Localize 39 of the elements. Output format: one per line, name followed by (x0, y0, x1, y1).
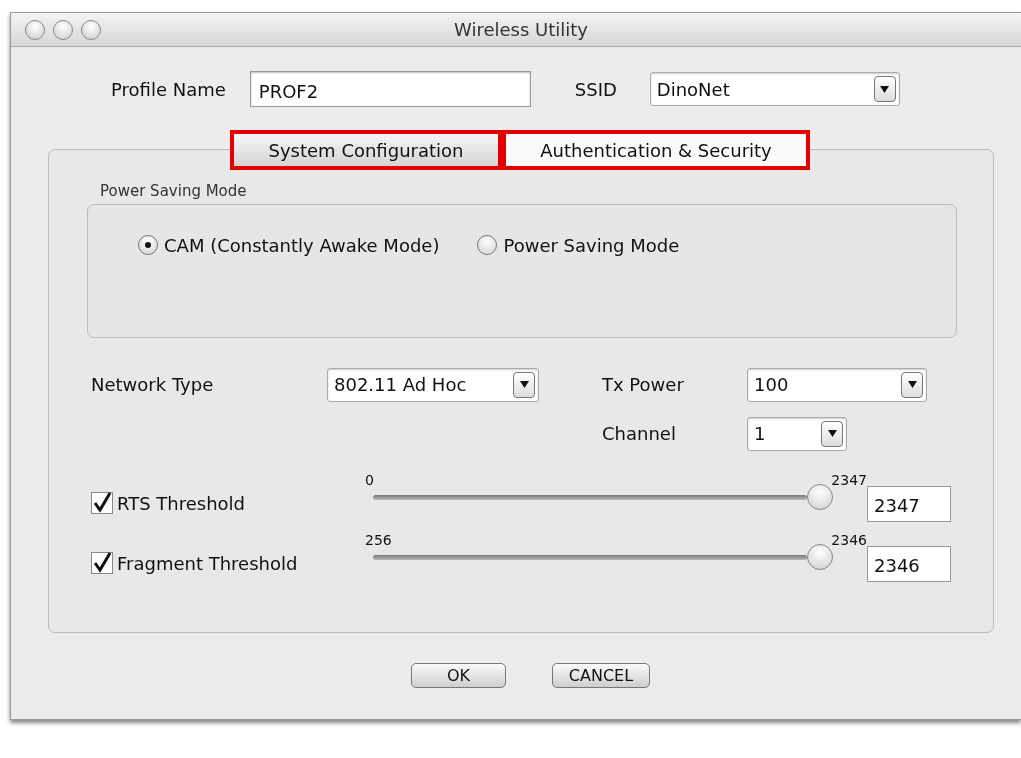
caret-icon (907, 381, 917, 388)
tx-power-label: Tx Power (602, 374, 685, 395)
checkbox[interactable] (91, 552, 113, 574)
radio-button[interactable] (138, 235, 158, 255)
checkbox[interactable] (91, 492, 113, 514)
threshold-value-field[interactable]: 2346 (867, 546, 951, 582)
tab[interactable]: Authentication & Security (502, 130, 810, 170)
minimize-button[interactable] (53, 19, 73, 40)
slider-thumb[interactable] (807, 544, 833, 570)
threshold-label: Fragment Threshold (117, 552, 298, 574)
network-type-label: Network Type (91, 374, 215, 395)
network-type-dropdown[interactable]: 802.11 Ad Hoc (327, 367, 539, 402)
slider-min-label: 256 (365, 532, 392, 548)
caret-icon (827, 430, 837, 437)
channel-dropdown[interactable]: 1 (747, 416, 847, 451)
threshold-label: RTS Threshold (117, 492, 246, 514)
channel-label: Channel (602, 423, 677, 444)
caret-icon (519, 381, 529, 388)
slider-min-label: 0 (365, 472, 374, 488)
tx-power-dropdown[interactable]: 100 (747, 367, 927, 402)
window-title: Wireless Utility (453, 19, 589, 40)
ssid-label: SSID (574, 78, 617, 100)
zoom-button[interactable] (81, 19, 101, 40)
radio-label: Power Saving Mode (503, 234, 680, 256)
dialog-button[interactable]: CANCEL (552, 663, 650, 688)
threshold-value-field[interactable]: 2347 (867, 486, 951, 522)
group-title: Power Saving Mode (100, 182, 248, 200)
close-button[interactable] (25, 19, 45, 40)
slider-max-label: 2347 (831, 472, 867, 488)
profile-name-field[interactable]: PROF2 (249, 71, 531, 107)
slider-max-label: 2346 (831, 532, 867, 548)
tab[interactable]: System Configuration (230, 130, 502, 170)
ssid-dropdown[interactable]: DinoNet (649, 72, 900, 106)
caret-icon (880, 85, 890, 93)
radio-button[interactable] (477, 235, 498, 255)
dialog-button[interactable]: OK (411, 663, 506, 688)
slider-thumb[interactable] (807, 484, 833, 510)
radio-label: CAM (Constantly Awake Mode) (164, 234, 440, 256)
profile-name-label: Profile Name (111, 78, 226, 100)
